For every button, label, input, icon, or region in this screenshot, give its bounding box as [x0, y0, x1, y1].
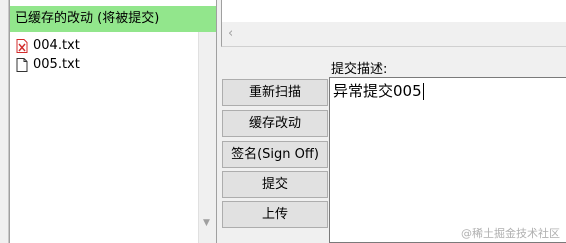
file-name: 005.txt: [33, 57, 80, 72]
commit-message-input[interactable]: 异常提交005: [329, 77, 566, 243]
commit-button[interactable]: 提交: [222, 171, 328, 198]
commit-message-label: 提交描述:: [331, 62, 388, 77]
push-button[interactable]: 上传: [222, 201, 328, 228]
file-item-005[interactable]: 005.txt: [16, 56, 80, 74]
file-deleted-icon: [16, 39, 28, 53]
scroll-left-icon[interactable]: ‹: [228, 26, 233, 41]
staged-list-scrollbar[interactable]: ▼: [198, 32, 216, 243]
stage-changes-button[interactable]: 缓存改动: [222, 110, 328, 137]
diff-horizontal-scrollbar[interactable]: ‹: [222, 22, 566, 46]
text-caret: [422, 83, 424, 100]
rescan-button[interactable]: 重新扫描: [222, 79, 328, 106]
scroll-down-icon[interactable]: ▼: [203, 218, 210, 228]
left-pane-edge: [0, 0, 9, 243]
file-item-004[interactable]: 004.txt: [16, 37, 80, 55]
commit-message-text: 异常提交005: [333, 82, 422, 100]
watermark: @稀土掘金技术社区: [461, 227, 560, 240]
staged-changes-header: 已缓存的改动 (将被提交): [10, 6, 216, 32]
staged-changes-panel: 已缓存的改动 (将被提交) 004.txt 005.txt ▼: [9, 0, 217, 243]
diff-view: ‹: [221, 0, 566, 47]
file-icon: [16, 58, 28, 72]
sign-off-button[interactable]: 签名(Sign Off): [222, 141, 328, 168]
file-name: 004.txt: [33, 38, 80, 53]
